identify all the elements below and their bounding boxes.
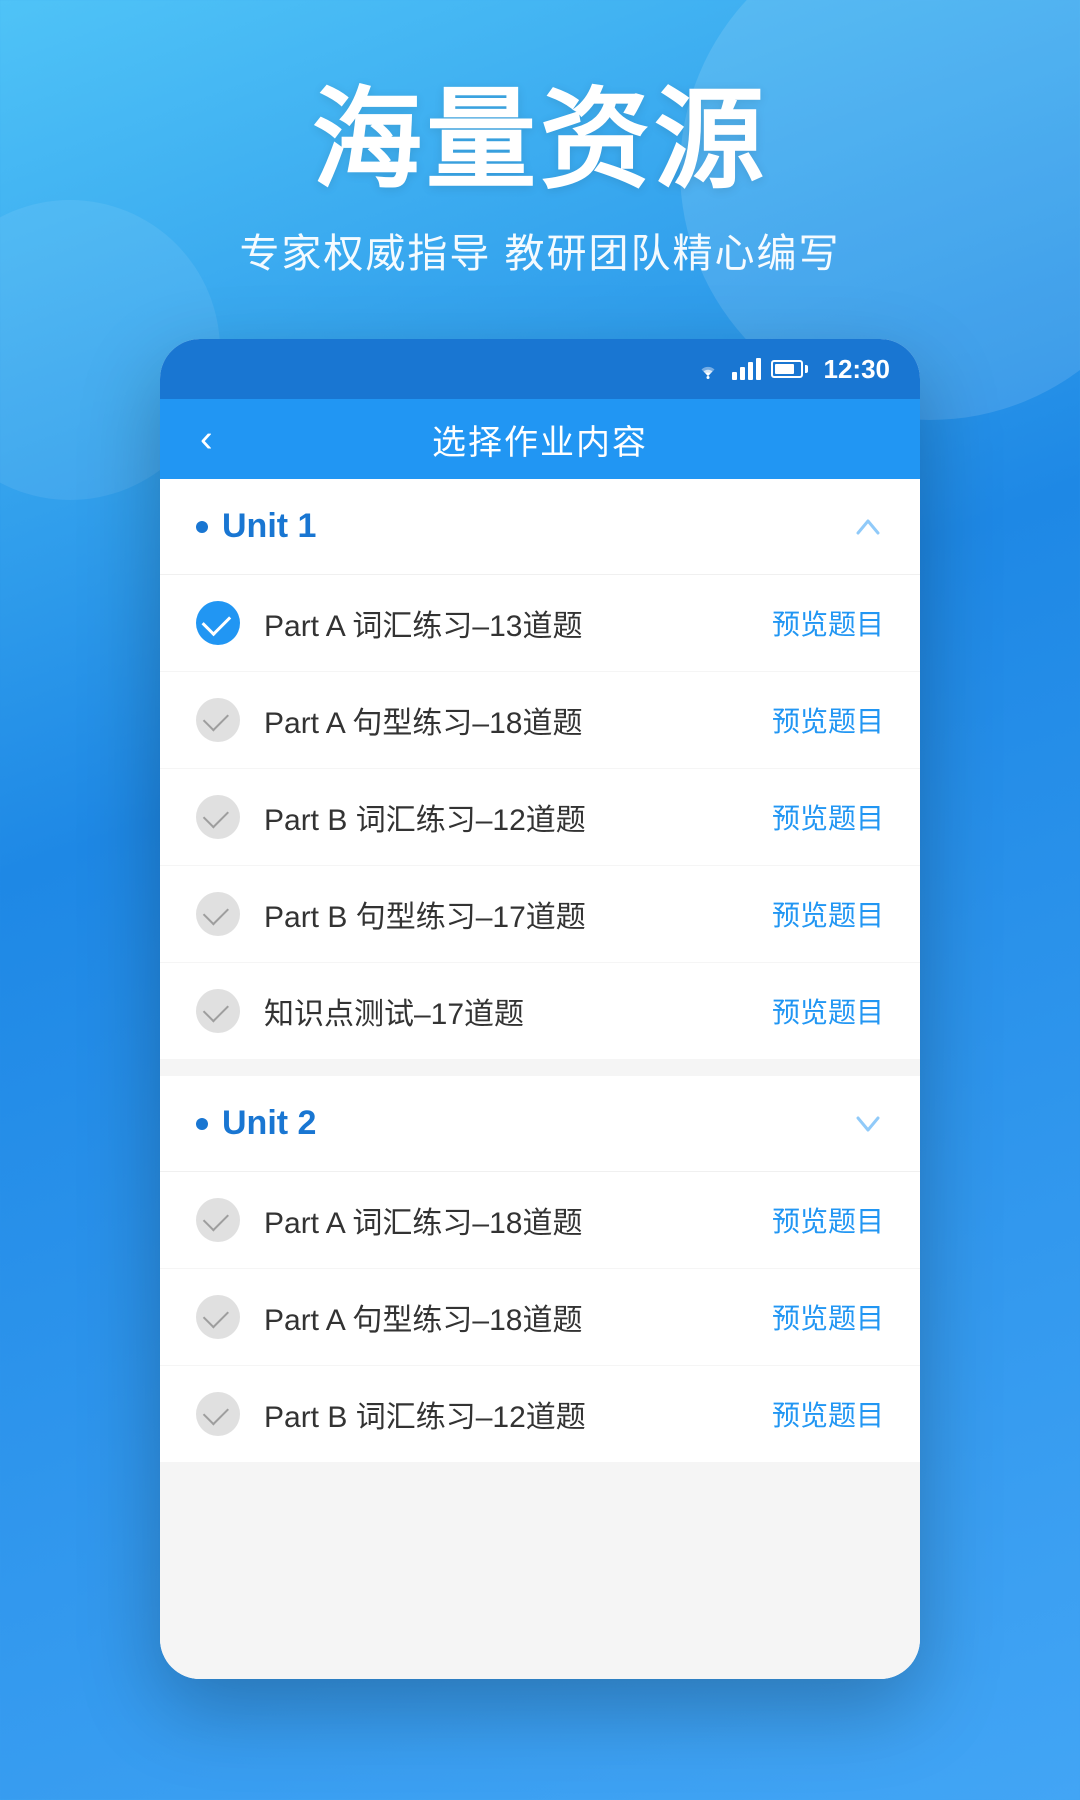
checkbox-unchecked-icon[interactable] [196,698,240,742]
exercise-item[interactable]: Part A 句型练习–18道题 预览题目 [160,1269,920,1366]
checkbox-unchecked-icon[interactable] [196,989,240,1033]
unit-1-section: Unit 1 Part A 词汇练习–13道题 预览题目 [160,479,920,1060]
phone-frame: 12:30 ‹ 选择作业内容 Unit 1 [160,339,920,1679]
exercise-name: Part B 词汇练习–12道题 [264,795,586,839]
exercise-item[interactable]: Part A 词汇练习–18道题 预览题目 [160,1172,920,1269]
preview-button[interactable]: 预览题目 [772,700,884,740]
app-header: ‹ 选择作业内容 [160,399,920,479]
exercise-item[interactable]: Part B 词汇练习–12道题 预览题目 [160,1366,920,1463]
hero-subtitle: 专家权威指导 教研团队精心编写 [0,221,1080,279]
checkbox-unchecked-icon[interactable] [196,1392,240,1436]
exercise-item[interactable]: Part A 词汇练习–13道题 预览题目 [160,575,920,672]
unit-1-dot [196,521,208,533]
checkbox-unchecked-icon[interactable] [196,892,240,936]
unit-1-title: Unit 1 [196,507,316,546]
preview-button[interactable]: 预览题目 [772,991,884,1031]
preview-button[interactable]: 预览题目 [772,1200,884,1240]
preview-button[interactable]: 预览题目 [772,797,884,837]
preview-button[interactable]: 预览题目 [772,894,884,934]
exercise-name: 知识点测试–17道题 [264,989,524,1033]
content-area: Unit 1 Part A 词汇练习–13道题 预览题目 [160,479,920,1679]
phone-container: 12:30 ‹ 选择作业内容 Unit 1 [160,339,920,1679]
unit-1-header[interactable]: Unit 1 [160,479,920,575]
unit-2-header[interactable]: Unit 2 [160,1076,920,1172]
exercise-item[interactable]: Part A 句型练习–18道题 预览题目 [160,672,920,769]
unit-2-section: Unit 2 Part A 词汇练习–18道题 预览题目 [160,1076,920,1463]
unit-2-title: Unit 2 [196,1104,316,1143]
exercise-name: Part A 词汇练习–18道题 [264,1198,582,1242]
exercise-name: Part B 词汇练习–12道题 [264,1392,586,1436]
unit-1-collapse-icon [852,511,884,543]
page-title: 选择作业内容 [432,415,648,464]
status-icons: 12:30 [694,354,891,385]
unit-2-collapse-icon [852,1108,884,1140]
exercise-item[interactable]: 知识点测试–17道题 预览题目 [160,963,920,1060]
preview-button[interactable]: 预览题目 [772,1297,884,1337]
wifi-icon [694,358,722,380]
checkbox-unchecked-icon[interactable] [196,1198,240,1242]
hero-title: 海量资源 [0,80,1080,201]
checkbox-unchecked-icon[interactable] [196,1295,240,1339]
back-button[interactable]: ‹ [190,420,223,458]
checkbox-unchecked-icon[interactable] [196,795,240,839]
preview-button[interactable]: 预览题目 [772,603,884,643]
hero-section: 海量资源 专家权威指导 教研团队精心编写 [0,0,1080,339]
checkbox-checked-icon[interactable] [196,601,240,645]
exercise-item[interactable]: Part B 词汇练习–12道题 预览题目 [160,769,920,866]
status-bar: 12:30 [160,339,920,399]
exercise-name: Part A 句型练习–18道题 [264,698,582,742]
exercise-name: Part A 句型练习–18道题 [264,1295,582,1339]
signal-bars-icon [732,358,761,380]
exercise-name: Part A 词汇练习–13道题 [264,601,582,645]
preview-button[interactable]: 预览题目 [772,1394,884,1434]
battery-icon [771,360,808,378]
status-time: 12:30 [824,354,891,385]
exercise-name: Part B 句型练习–17道题 [264,892,586,936]
exercise-item[interactable]: Part B 句型练习–17道题 预览题目 [160,866,920,963]
unit-2-dot [196,1118,208,1130]
